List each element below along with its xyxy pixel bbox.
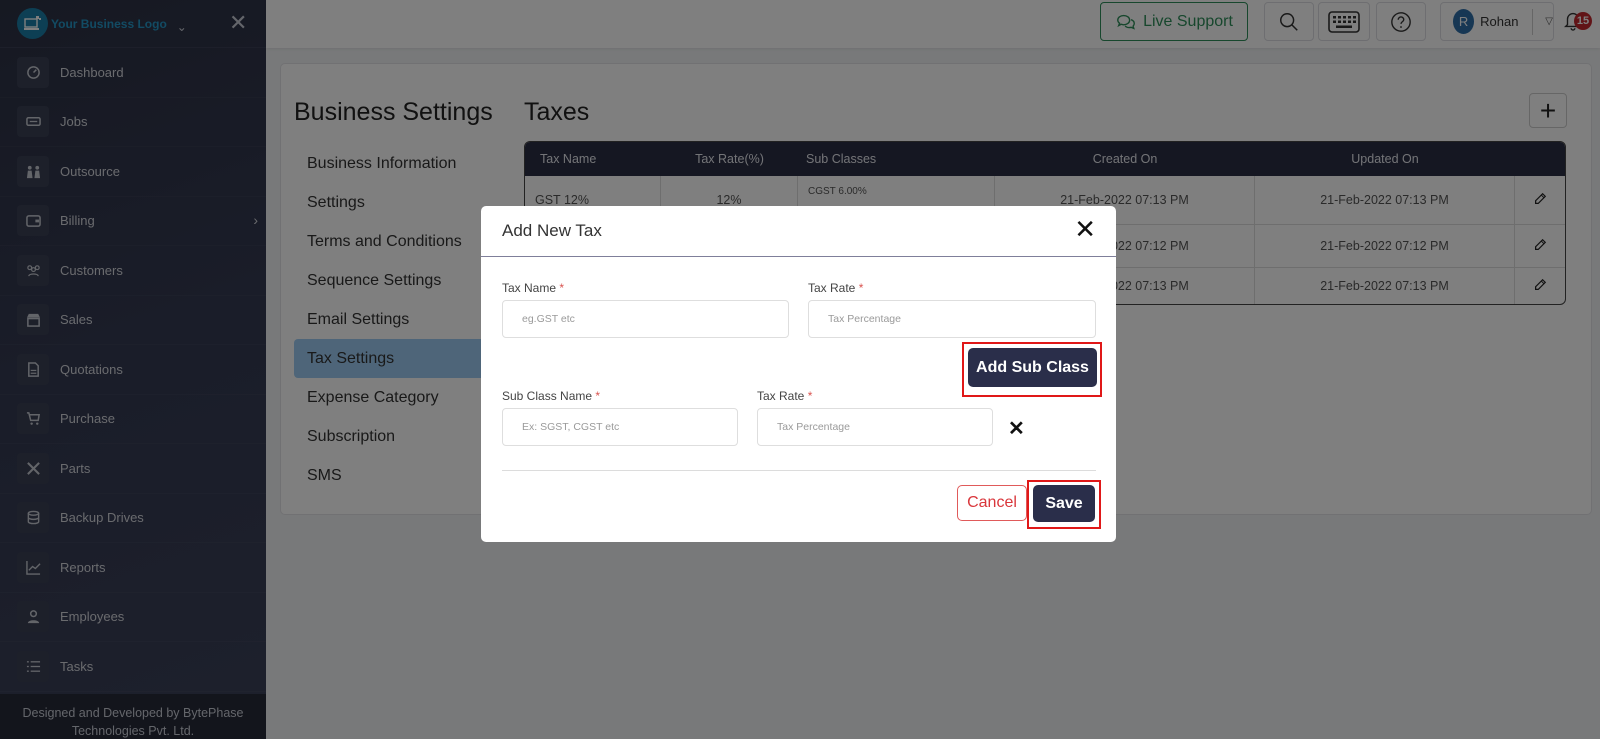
tax-name-label-text: Tax Name: [502, 281, 557, 295]
sub-tax-rate-label-text: Tax Rate: [757, 389, 805, 403]
tax-name-label: Tax Name *: [502, 281, 564, 295]
save-button[interactable]: Save: [1033, 485, 1095, 522]
tax-rate-label-text: Tax Rate: [808, 281, 856, 295]
sub-class-name-label-text: Sub Class Name: [502, 389, 593, 403]
close-icon[interactable]: ✕: [1074, 216, 1096, 242]
cancel-button[interactable]: Cancel: [957, 485, 1027, 521]
remove-sub-class-icon[interactable]: ✕: [1008, 416, 1025, 441]
sub-tax-rate-label: Tax Rate *: [757, 389, 812, 403]
sub-tax-rate-input[interactable]: [757, 408, 993, 446]
tax-rate-input[interactable]: [808, 300, 1096, 338]
tax-name-input[interactable]: [502, 300, 789, 338]
modal-title: Add New Tax: [502, 221, 602, 240]
modal-header: Add New Tax ✕: [481, 206, 1116, 257]
required-mark: *: [559, 281, 565, 295]
tax-rate-label: Tax Rate *: [808, 281, 863, 295]
add-new-tax-modal: Add New Tax ✕ Tax Name * Tax Rate * Add …: [481, 206, 1116, 542]
add-sub-class-button[interactable]: Add Sub Class: [968, 348, 1097, 387]
required-mark: *: [858, 281, 864, 295]
required-mark: *: [595, 389, 601, 403]
sub-class-name-label: Sub Class Name *: [502, 389, 600, 403]
divider: [502, 470, 1096, 471]
sub-class-name-input[interactable]: [502, 408, 738, 446]
required-mark: *: [807, 389, 813, 403]
